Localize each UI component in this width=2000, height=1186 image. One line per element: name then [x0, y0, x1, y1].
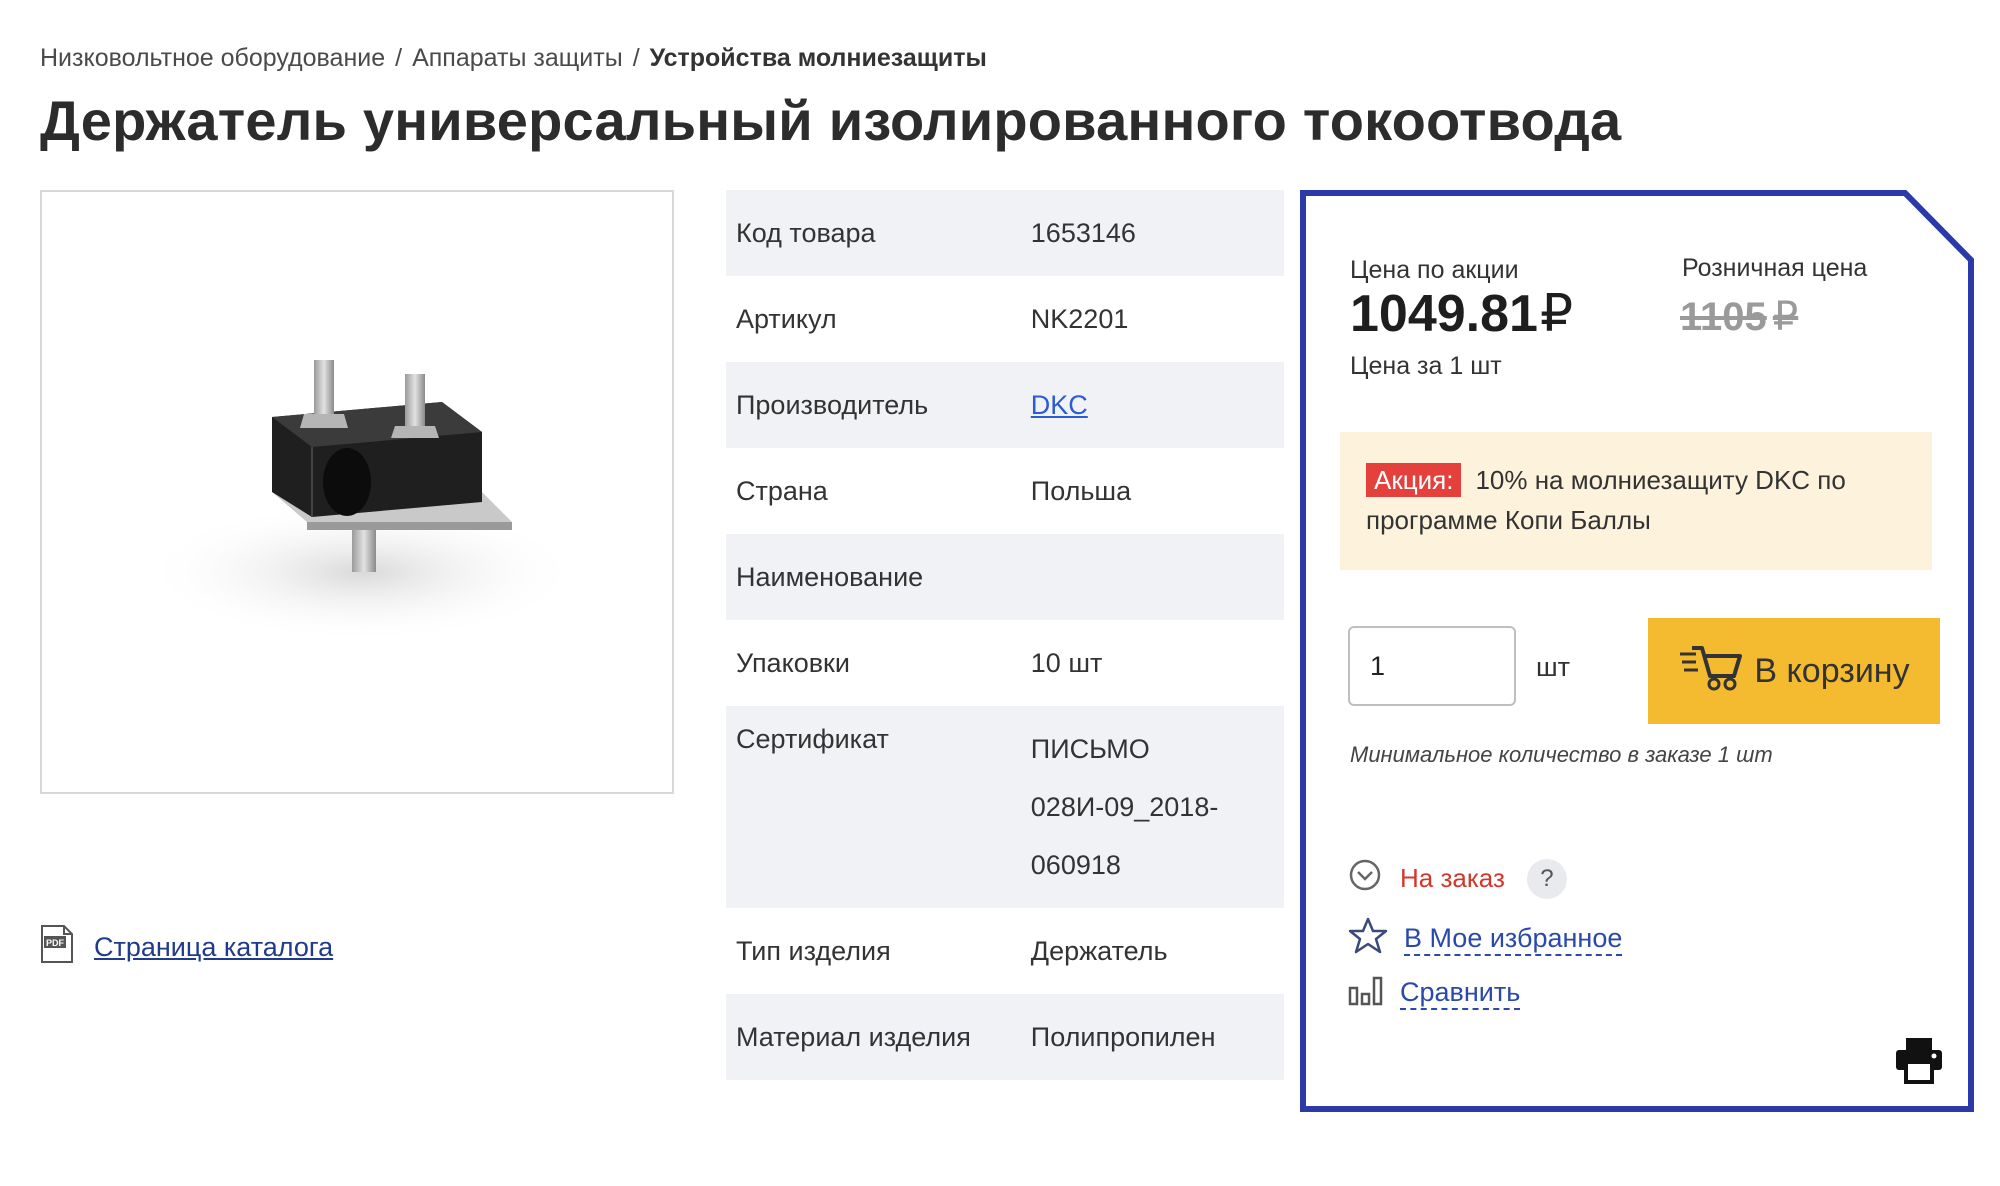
spec-row: Сертификат ПИСЬМО 028И-09_2018-060918	[726, 706, 1284, 908]
availability-status: На заказ ?	[1348, 858, 1567, 899]
spec-key: Упаковки	[736, 647, 850, 678]
compare-row: Сравнить	[1348, 974, 1521, 1013]
promo-price-value: 1049.81	[1350, 285, 1538, 343]
min-quantity-note: Минимальное количество в заказе 1 шт	[1350, 742, 1773, 767]
spec-key: Тип изделия	[736, 935, 891, 966]
add-to-favorites-link[interactable]: В Мое избранное	[1404, 923, 1623, 956]
compare-link[interactable]: Сравнить	[1400, 977, 1521, 1010]
spec-row: Наименование	[726, 534, 1284, 620]
spec-value: Польша	[1030, 476, 1132, 506]
spec-row: Производитель DKC	[726, 362, 1284, 448]
svg-text:PDF: PDF	[46, 938, 65, 948]
clock-chevron-icon	[1348, 858, 1382, 899]
spec-value: DKC	[1021, 362, 1284, 448]
retail-price: 1105 ₽	[1680, 294, 1798, 340]
spec-key: Страна	[736, 475, 828, 506]
promo-banner: Акция: 10% на молниезащиту DKC по програм…	[1340, 432, 1932, 570]
spec-row: Артикул NK2201	[726, 276, 1284, 362]
currency-symbol: ₽	[1772, 295, 1799, 339]
promo-tag: Акция:	[1366, 463, 1462, 497]
promo-price-label: Цена по акции	[1350, 256, 1519, 284]
spec-key: Артикул	[736, 303, 837, 334]
spec-value: ПИСЬМО 028И-09_2018-060918	[1030, 734, 1219, 880]
breadcrumb-item-low-voltage[interactable]: Низковольтное оборудование	[40, 44, 385, 72]
quantity-unit: шт	[1536, 652, 1571, 682]
promo-price: 1049.81₽	[1350, 284, 1573, 344]
spec-table: Код товара 1653146 Артикул NK2201 Произв…	[726, 190, 1284, 1080]
breadcrumb-separator: /	[395, 44, 403, 72]
cart-icon	[1678, 642, 1743, 701]
spec-value: NK2201	[1030, 304, 1129, 334]
availability-help-button[interactable]: ?	[1526, 858, 1567, 899]
currency-symbol: ₽	[1539, 285, 1574, 343]
spec-value: 1653146	[1030, 218, 1136, 248]
pdf-icon: PDF	[40, 924, 74, 971]
catalog-page-link[interactable]: Страница каталога	[94, 932, 333, 963]
star-icon	[1348, 916, 1388, 963]
catalog-page-link-row: PDF Страница каталога	[40, 924, 333, 971]
retail-price-value: 1105	[1680, 295, 1767, 339]
spec-key: Код товара	[736, 217, 876, 248]
spec-row: Упаковки 10 шт	[726, 620, 1284, 706]
add-to-cart-label: В корзину	[1754, 651, 1910, 690]
retail-price-label: Розничная цена	[1682, 254, 1868, 282]
spec-value	[1021, 534, 1284, 620]
breadcrumb-current: Устройства молниезащиты	[649, 44, 987, 72]
spec-key: Производитель	[736, 389, 929, 420]
availability-text: На заказ	[1400, 863, 1505, 893]
breadcrumb: Низковольтное оборудование / Аппараты защи…	[40, 44, 987, 73]
spec-key: Наименование	[736, 561, 924, 592]
bar-chart-icon	[1348, 974, 1384, 1013]
favorite-row: В Мое избранное	[1348, 916, 1623, 963]
spec-row: Тип изделия Держатель	[726, 908, 1284, 994]
spec-row: Страна Польша	[726, 448, 1284, 534]
price-panel: Цена по акции Розничная цена 1049.81₽ 11…	[1300, 190, 1974, 1112]
product-photo	[142, 360, 582, 642]
breadcrumb-item-protection[interactable]: Аппараты защиты	[412, 44, 623, 72]
spec-value: 10 шт	[1030, 648, 1103, 678]
quantity-input[interactable]	[1348, 626, 1516, 706]
spec-row: Материал изделия Полипропилен	[726, 994, 1284, 1080]
spec-value: Полипропилен	[1030, 1022, 1216, 1052]
spec-value: Держатель	[1030, 936, 1168, 966]
spec-key: Сертификат	[736, 724, 889, 754]
per-unit-label: Цена за 1 шт	[1350, 352, 1502, 380]
page-title: Держатель универсальный изолированного т…	[40, 89, 1622, 152]
spec-row: Код товара 1653146	[726, 190, 1284, 276]
add-to-cart-button[interactable]: В корзину	[1648, 618, 1940, 724]
breadcrumb-separator: /	[632, 44, 640, 72]
product-image[interactable]	[40, 190, 674, 794]
print-icon[interactable]	[1894, 1036, 1944, 1089]
spec-key: Материал изделия	[736, 1021, 971, 1052]
manufacturer-link[interactable]: DKC	[1031, 390, 1088, 420]
